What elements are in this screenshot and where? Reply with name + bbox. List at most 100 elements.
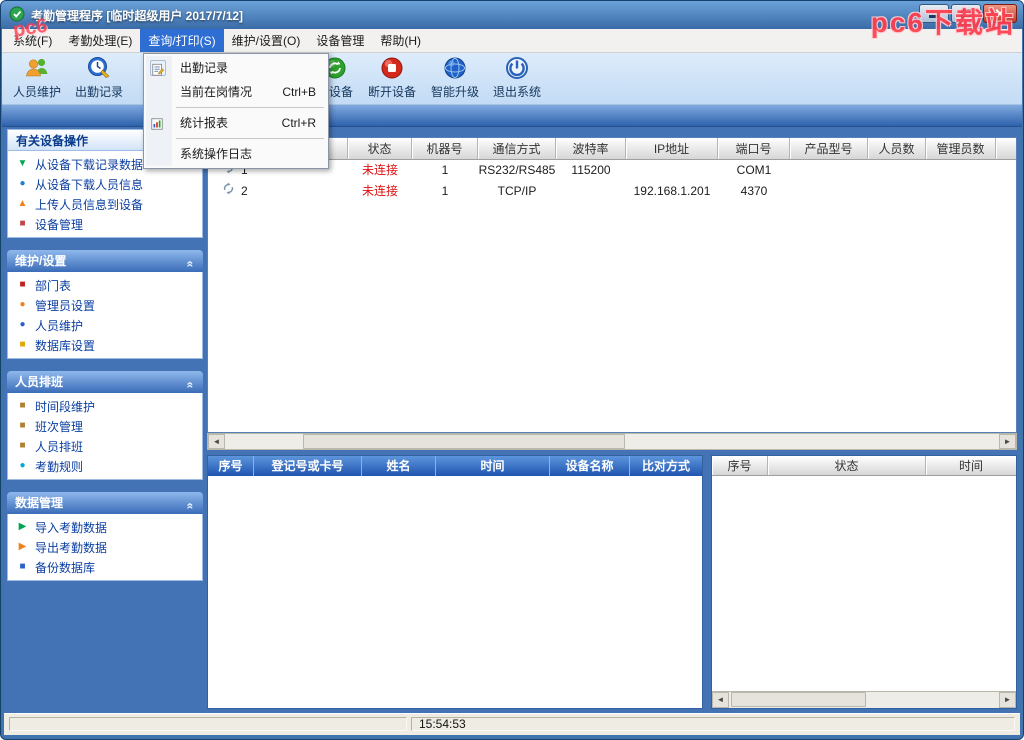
sidebar-item-label: 人员排班 [35, 439, 84, 454]
clock-time: 15:54:53 [419, 717, 466, 731]
sidebar-item-personnel-scheduling[interactable]: ■ 人员排班 [8, 436, 202, 456]
device-table-header: 状态 机器号 通信方式 波特率 IP地址 端口号 产品型号 人员数 管理员数 [208, 138, 1016, 160]
sidebar-section-data-management[interactable]: 数据管理 « [7, 492, 203, 514]
device-machine-no: 1 [441, 163, 449, 177]
status-table-horizontal-scrollbar: ◄ ► [712, 691, 1016, 708]
titlebar[interactable]: 考勤管理程序 [临时超级用户 2017/7/12] [1, 1, 1023, 29]
menu-device-management[interactable]: 设备管理 [308, 29, 372, 52]
collapse-icon[interactable]: « [180, 261, 202, 268]
device-table: 状态 机器号 通信方式 波特率 IP地址 端口号 产品型号 人员数 管理员数 1… [207, 137, 1017, 433]
scrollbar-thumb[interactable] [731, 692, 866, 707]
sidebar-item-shift-management[interactable]: ■ 班次管理 [8, 416, 202, 436]
sidebar-item-label: 备份数据库 [35, 560, 96, 575]
menu-attendance-processing[interactable]: 考勤处理(E) [60, 29, 140, 52]
device-people-count [868, 160, 926, 181]
collapse-icon[interactable]: « [180, 382, 202, 389]
table-row[interactable]: 2 未连接 1 TCP/IP 192.168.1.201 4370 [208, 181, 1016, 202]
col-comm-mode: 通信方式 [478, 138, 556, 159]
sidebar-item-personnel-maintenance[interactable]: ● 人员维护 [8, 315, 202, 335]
sidebar-item-department-table[interactable]: ■ 部门表 [8, 275, 202, 295]
col-ip-address: IP地址 [626, 138, 718, 159]
toolbar-button-label: 智能升级 [430, 85, 479, 99]
sidebar-item-download-personnel[interactable]: ● 从设备下载人员信息 [8, 174, 202, 194]
device-model [790, 181, 868, 202]
power-icon [504, 55, 530, 81]
menu-item-system-operation-log[interactable]: 系统操作日志 [144, 142, 328, 166]
minimize-button[interactable] [919, 4, 949, 23]
menu-query-print[interactable]: 查询/打印(S) [140, 29, 224, 52]
sidebar-item-label: 设备管理 [35, 217, 84, 232]
col-port: 端口号 [718, 138, 790, 159]
table-row[interactable]: 1 未连接 1 RS232/RS485 115200 COM1 [208, 160, 1016, 181]
sidebar-group-scheduling: ■ 时间段维护 ■ 班次管理 ■ 人员排班 ● 考勤规则 [7, 393, 203, 480]
menu-help[interactable]: 帮助(H) [372, 29, 429, 52]
status-table-header: 序号 状态 时间 [712, 456, 1016, 476]
statusbar-panel-left [9, 717, 407, 731]
download-personnel-icon: ● [19, 178, 26, 189]
collapse-icon[interactable]: « [180, 503, 202, 510]
col-status: 状态 [348, 138, 412, 159]
menu-item-label: 出勤记录 [180, 61, 229, 75]
menu-item-statistics-report[interactable]: 统计报表 Ctrl+R [144, 111, 328, 135]
sidebar-item-upload-personnel[interactable]: ▲ 上传人员信息到设备 [8, 194, 202, 214]
sidebar-item-export-data[interactable]: ▶ 导出考勤数据 [8, 537, 202, 557]
people-icon [24, 55, 50, 81]
device-machine-no: 1 [441, 184, 449, 198]
toolbar-attendance-record-button[interactable]: 出勤记录 [68, 55, 130, 103]
main-horizontal-scrollbar: ◄ ► [207, 433, 1017, 450]
menu-item-attendance-record[interactable]: 出勤记录 [144, 56, 328, 80]
sidebar-item-time-period[interactable]: ■ 时间段维护 [8, 396, 202, 416]
sidebar-item-import-data[interactable]: ▶ 导入考勤数据 [8, 517, 202, 537]
close-button[interactable] [983, 4, 1017, 23]
device-management-icon: ■ [19, 218, 26, 229]
sidebar-section-title: 人员排班 [15, 375, 64, 389]
col-people-count: 人员数 [868, 138, 926, 159]
sidebar-item-database-settings[interactable]: ■ 数据库设置 [8, 335, 202, 355]
department-icon: ■ [19, 279, 26, 290]
toolbar-disconnect-device-button[interactable]: 断开设备 [361, 55, 423, 103]
window-controls [919, 4, 1017, 23]
device-comm-mode: RS232/RS485 [478, 163, 556, 177]
app-window: 考勤管理程序 [临时超级用户 2017/7/12] 系统(F) 考勤处理(E) … [0, 0, 1024, 740]
app-icon [9, 6, 25, 25]
menu-item-label: 当前在岗情况 [180, 85, 253, 99]
sidebar-item-admin-settings[interactable]: ● 管理员设置 [8, 295, 202, 315]
toolbar-smart-upgrade-button[interactable]: 智能升级 [424, 55, 486, 103]
statusbar: 15:54:53 [4, 713, 1020, 735]
sidebar-section-title: 维护/设置 [15, 254, 67, 268]
download-records-icon: ▼ [17, 158, 28, 169]
sidebar-item-label: 人员维护 [35, 318, 84, 333]
query-print-menu: 出勤记录 当前在岗情况 Ctrl+B 统计报表 Ctrl+R 系统操作日志 [143, 53, 329, 169]
scrollbar-thumb[interactable] [303, 434, 625, 449]
report-icon [150, 115, 166, 131]
personnel-icon: ● [19, 319, 26, 330]
maximize-button[interactable] [951, 4, 981, 23]
device-status: 未连接 [361, 163, 398, 177]
toolbar-button-label: 出勤记录 [74, 85, 123, 99]
col-baud-rate: 波特率 [556, 138, 626, 159]
sidebar-item-device-management[interactable]: ■ 设备管理 [8, 214, 202, 234]
sidebar-item-attendance-rules[interactable]: ● 考勤规则 [8, 456, 202, 476]
statusbar-panel-time: 15:54:53 [411, 717, 1015, 731]
sidebar-section-scheduling[interactable]: 人员排班 « [7, 371, 203, 393]
menu-item-current-on-duty[interactable]: 当前在岗情况 Ctrl+B [144, 80, 328, 104]
menu-maintenance-settings[interactable]: 维护/设置(O) [224, 29, 309, 52]
scroll-right-button[interactable]: ► [999, 692, 1016, 708]
disconnect-device-icon [379, 55, 405, 81]
toolbar-personnel-maintenance-button[interactable]: 人员维护 [6, 55, 68, 103]
toolbar-button-label: 退出系统 [492, 85, 541, 99]
sidebar-section-maintenance[interactable]: 维护/设置 « [7, 250, 203, 272]
scroll-left-button[interactable]: ◄ [712, 692, 729, 708]
scroll-right-button[interactable]: ► [999, 434, 1016, 449]
time-period-icon: ■ [19, 400, 26, 411]
toolbar-exit-system-button[interactable]: 退出系统 [486, 55, 548, 103]
sidebar-item-backup-database[interactable]: ■ 备份数据库 [8, 557, 202, 577]
col-register-or-card-no: 登记号或卡号 [254, 456, 362, 476]
sidebar-item-label: 导出考勤数据 [35, 540, 108, 555]
toolbar-button-label: 人员维护 [12, 85, 61, 99]
toolbar-button-label: 断开设备 [367, 85, 416, 99]
scroll-left-button[interactable]: ◄ [208, 434, 225, 449]
records-table-header: 序号 登记号或卡号 姓名 时间 设备名称 比对方式 [208, 456, 702, 476]
menu-system[interactable]: 系统(F) [5, 29, 60, 52]
menubar: 系统(F) 考勤处理(E) 查询/打印(S) 维护/设置(O) 设备管理 帮助(… [2, 29, 1022, 53]
